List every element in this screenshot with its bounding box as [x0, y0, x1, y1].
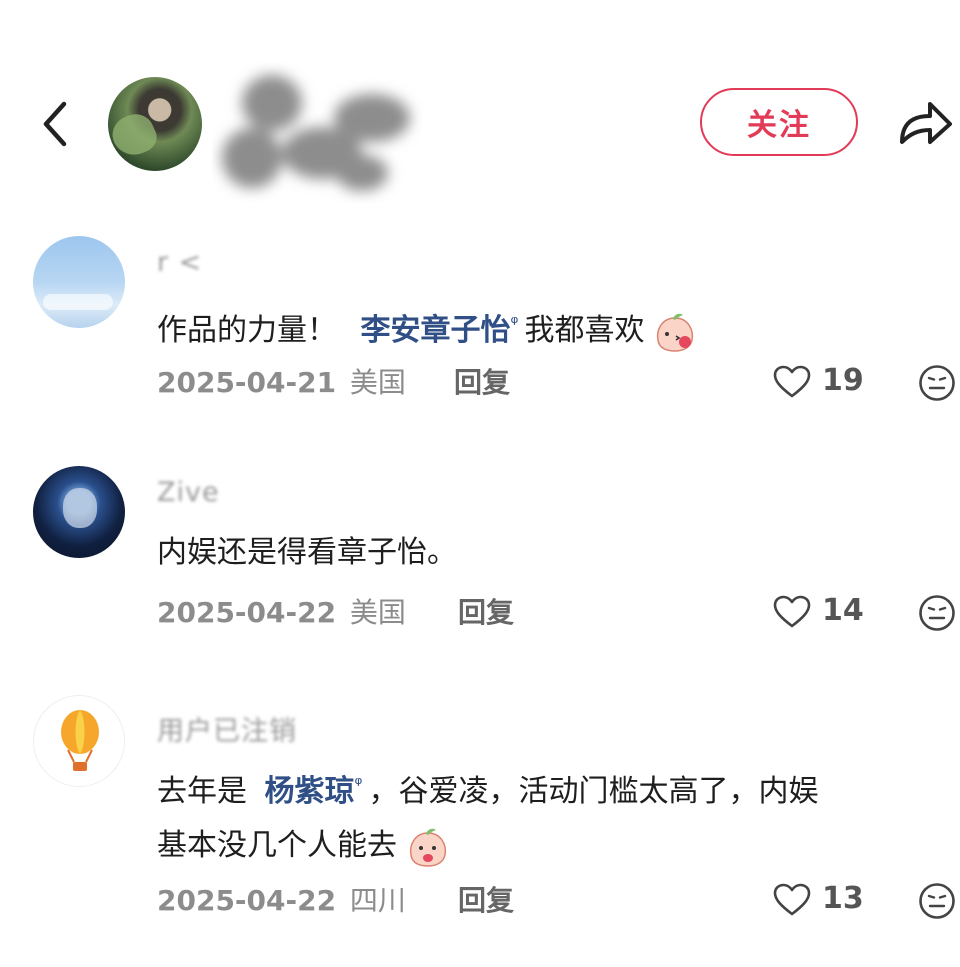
comment-date: 2025-04-21 美国	[157, 361, 406, 401]
share-icon[interactable]	[896, 96, 954, 150]
comment-text-segment: 去年是	[157, 774, 247, 809]
date-text: 2025-04-21	[157, 366, 337, 399]
author-name-blurred	[222, 75, 410, 191]
region-text: 四川	[349, 884, 406, 917]
comment-text: 内娱还是得看章子怡。	[157, 535, 457, 570]
reply-button[interactable]: 回复	[458, 591, 514, 631]
comment-date: 2025-04-22 美国	[157, 591, 406, 631]
comment-text-segment: ，谷爱凌，活动门槛太高了，内娱	[368, 774, 819, 809]
avatar[interactable]	[33, 236, 125, 328]
meh-face-icon[interactable]	[918, 364, 956, 402]
comment-text: 去年是 杨紫琼ᵠ ，谷爱凌，活动门槛太高了，内娱 基本没几个人能去	[157, 757, 947, 873]
heart-icon[interactable]	[773, 883, 811, 917]
comment-text-segment: 作品的力量！	[157, 313, 337, 348]
mention-link[interactable]: 杨紫琼	[265, 774, 355, 809]
reply-button[interactable]: 回复	[454, 361, 510, 401]
comment-date: 2025-04-22 四川	[157, 879, 406, 919]
peach-emoji-icon	[409, 828, 446, 867]
like-count: 14	[822, 593, 864, 628]
like-count: 13	[822, 881, 864, 916]
comment-text-segment: 我都喜欢	[524, 313, 645, 348]
date-text: 2025-04-22	[157, 884, 337, 917]
search-icon[interactable]: ᵠ	[355, 773, 363, 795]
follow-button[interactable]: 关注	[700, 88, 858, 156]
meh-face-icon[interactable]	[918, 594, 956, 632]
comment-username[interactable]: r <	[157, 247, 202, 278]
date-text: 2025-04-22	[157, 596, 337, 629]
like-count: 19	[822, 363, 864, 398]
balloon-icon	[61, 710, 99, 771]
search-icon[interactable]: ᵠ	[511, 312, 519, 334]
comment-text-line: 去年是 杨紫琼ᵠ ，谷爱凌，活动门槛太高了，内娱	[157, 757, 947, 819]
avatar[interactable]	[33, 466, 125, 558]
region-text: 美国	[349, 596, 406, 629]
avatar[interactable]	[33, 695, 125, 787]
post-header: 关注	[0, 0, 960, 215]
mention-link[interactable]: 李安章子怡	[361, 313, 511, 348]
comment-username[interactable]: 用户已注销	[157, 709, 297, 748]
comment-text-line: 基本没几个人能去	[157, 819, 947, 873]
region-text: 美国	[349, 366, 406, 399]
heart-icon[interactable]	[773, 365, 811, 399]
comment-username[interactable]: Zive	[157, 477, 220, 508]
comment-text-segment: 基本没几个人能去	[157, 828, 397, 863]
reply-button[interactable]: 回复	[458, 879, 514, 919]
heart-icon[interactable]	[773, 595, 811, 629]
author-avatar[interactable]	[108, 77, 202, 171]
back-icon[interactable]	[36, 98, 76, 150]
peach-emoji-icon	[656, 313, 694, 352]
meh-face-icon[interactable]	[918, 882, 956, 920]
comment-text: 作品的力量！ 李安章子怡ᵠ 我都喜欢	[157, 296, 947, 358]
